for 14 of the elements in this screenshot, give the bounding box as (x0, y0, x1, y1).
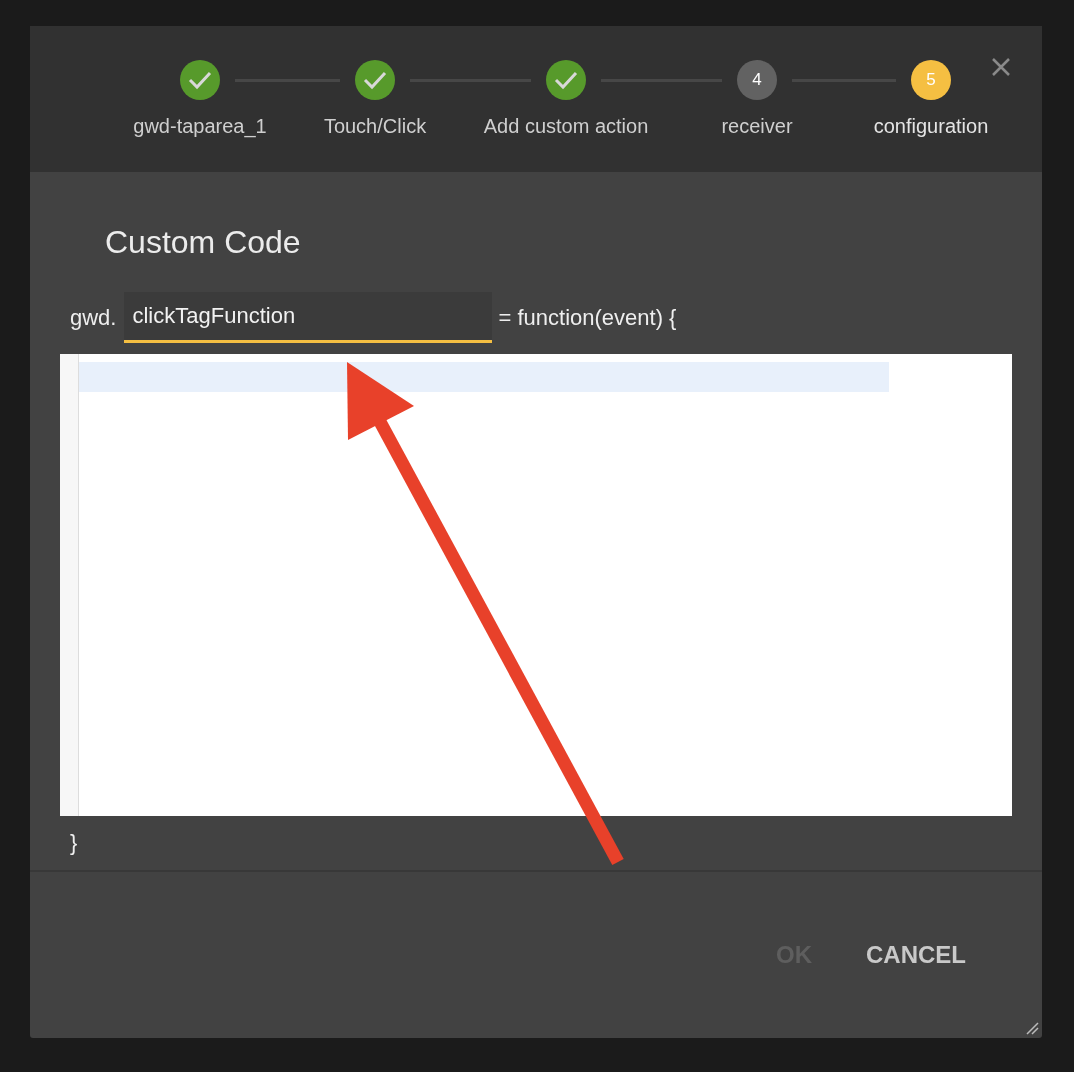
dialog-title: Custom Code (105, 223, 302, 262)
code-prefix: gwd. (70, 304, 117, 332)
function-name-field[interactable]: clickTagFunction (124, 292, 493, 343)
step-label: Add custom action (483, 114, 649, 139)
step-number: 4 (737, 60, 777, 100)
step-label: receiver (721, 114, 793, 139)
function-signature: = function(event) { (498, 304, 677, 332)
step-label: Touch/Click (323, 114, 427, 139)
step-number: 5 (911, 60, 951, 100)
step-label: gwd-taparea_1 (133, 114, 267, 140)
resize-handle-icon[interactable] (1025, 1021, 1039, 1035)
closing-brace: } (70, 829, 79, 857)
step-label: configuration (873, 114, 989, 139)
dialog-button[interactable]: CANCEL (850, 931, 982, 979)
